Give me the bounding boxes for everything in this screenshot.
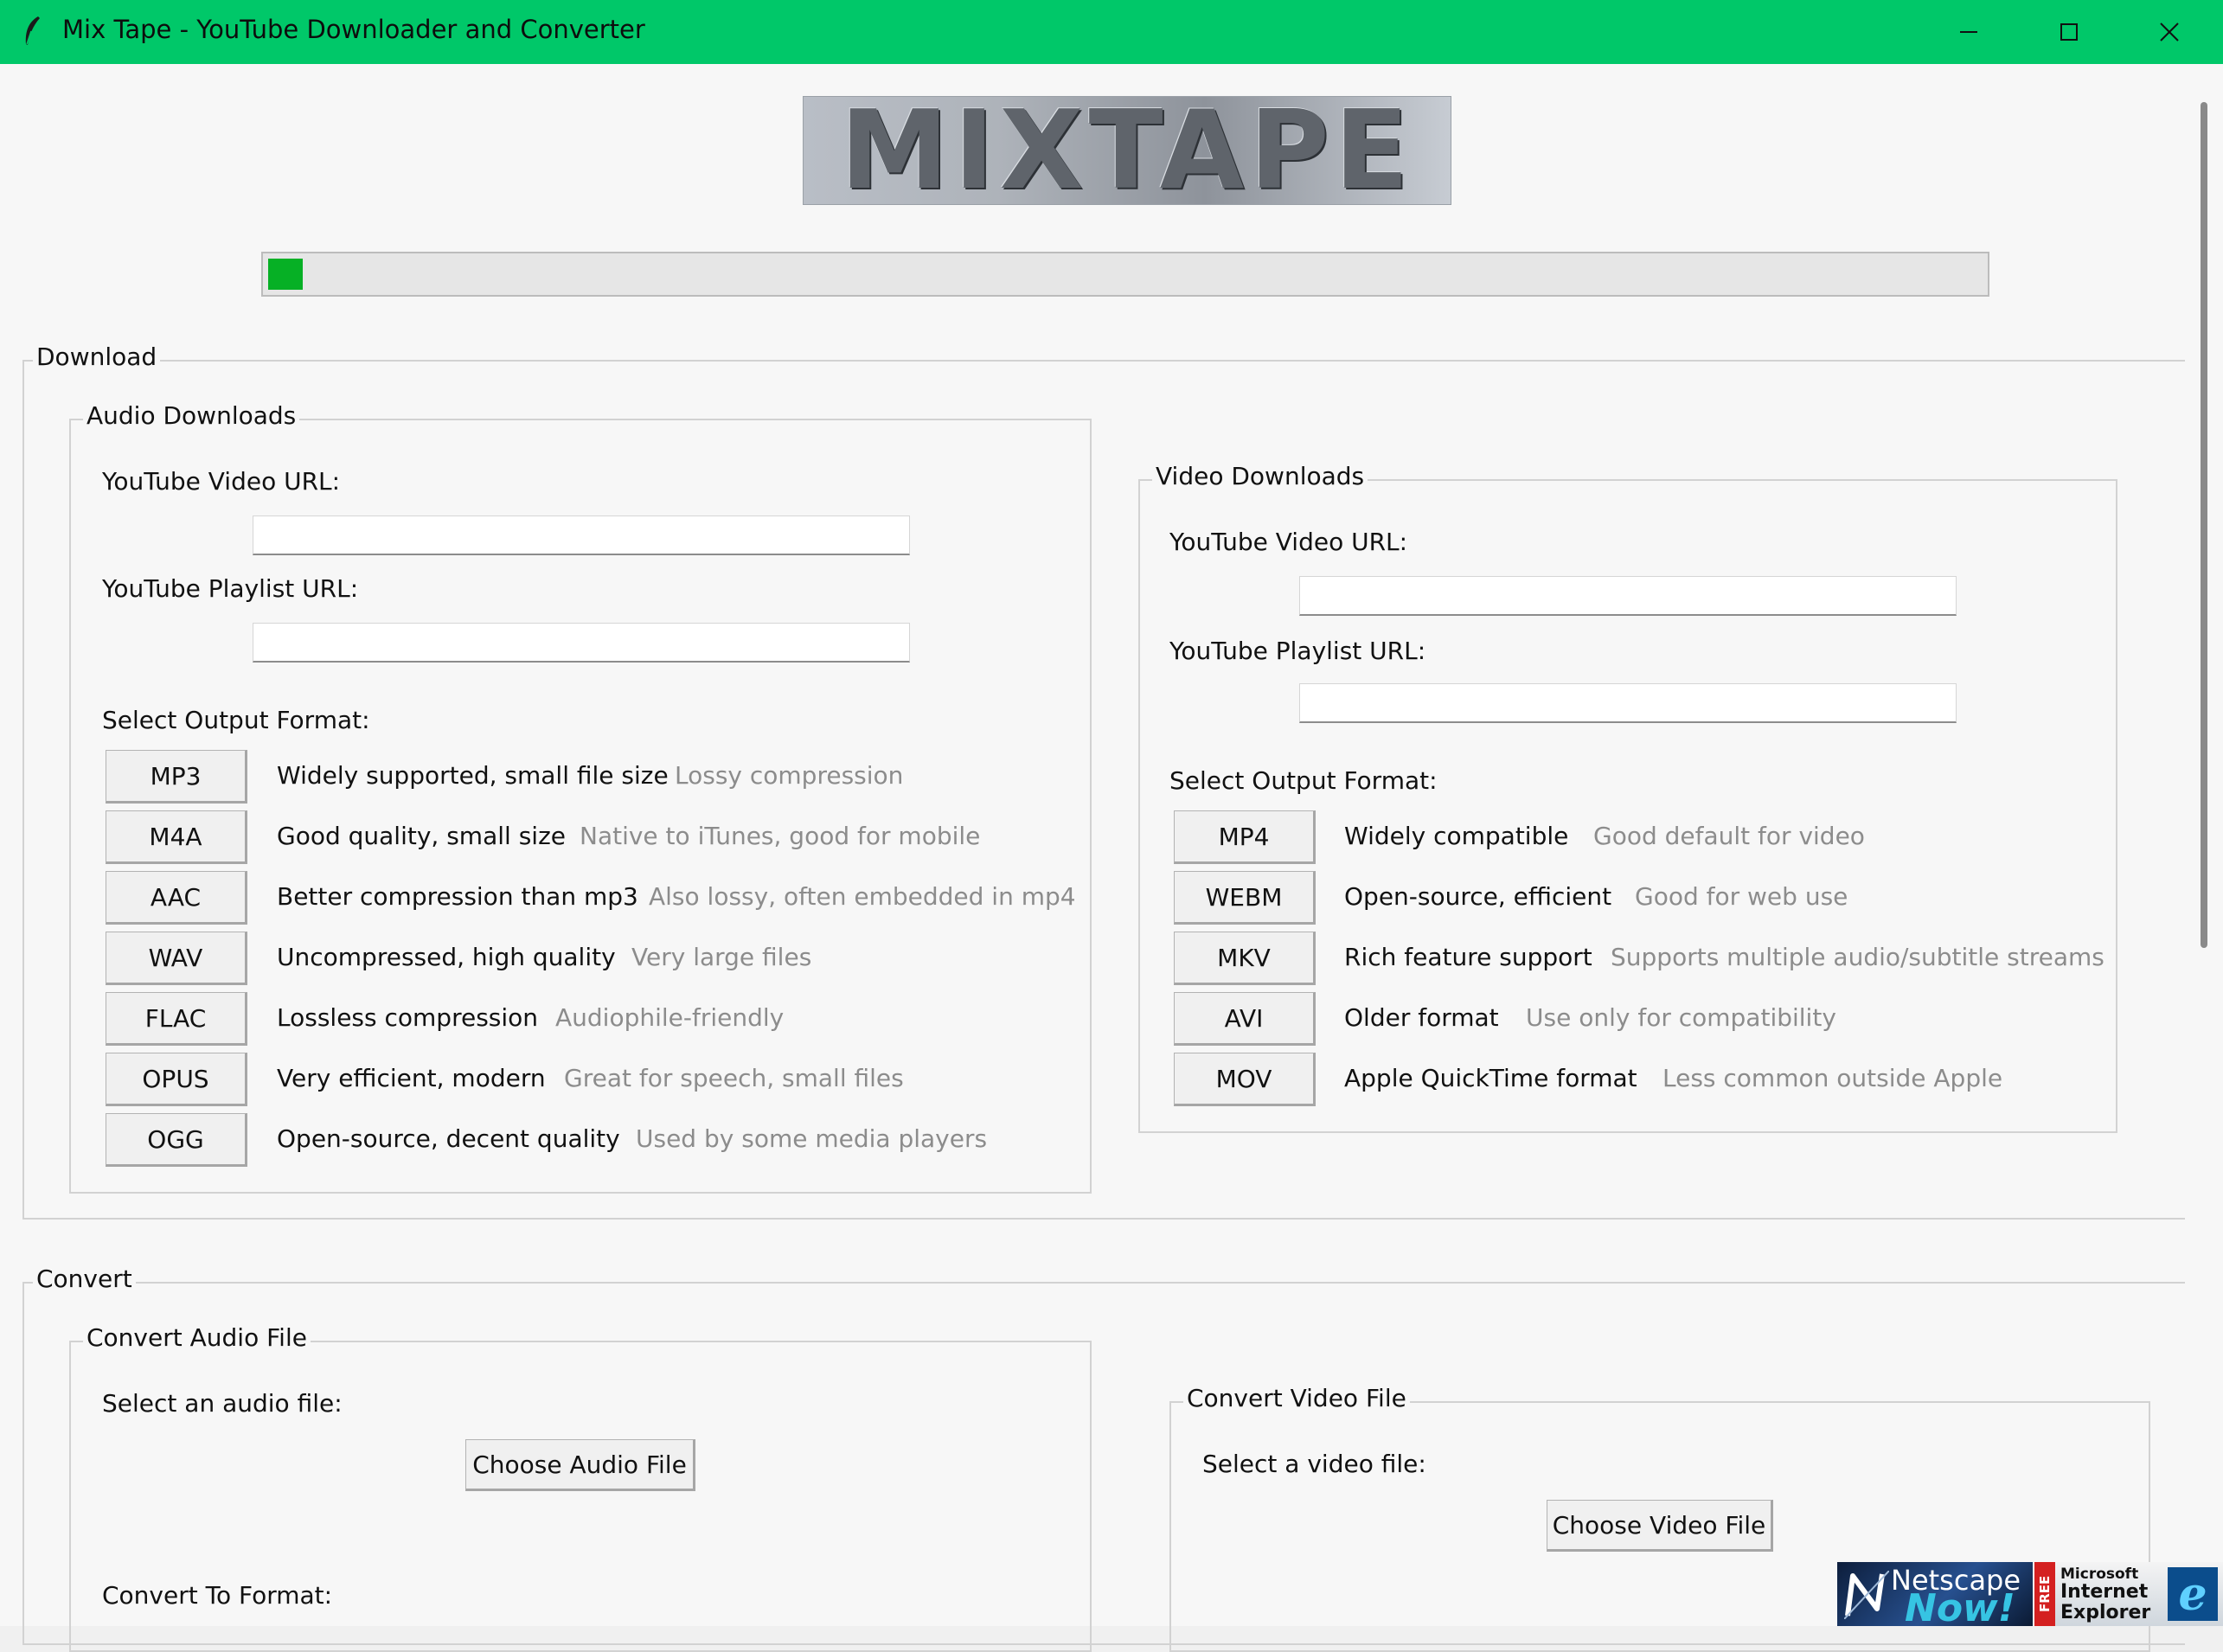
aac-note: Also lossy, often embedded in mp4 <box>649 882 1076 911</box>
free-label: FREE <box>2034 1562 2055 1626</box>
avi-description: Older format <box>1344 1003 1499 1032</box>
select-audio-file-label: Select an audio file: <box>102 1389 343 1418</box>
webm-description: Open-source, efficient <box>1344 882 1612 911</box>
video-playlist-url-input[interactable] <box>1299 683 1957 723</box>
wav-button[interactable]: WAV <box>106 932 247 985</box>
feather-icon <box>22 16 42 50</box>
maximize-icon <box>2060 23 2078 41</box>
convert-to-format-label: Convert To Format: <box>102 1581 333 1610</box>
mp3-button[interactable]: MP3 <box>106 750 247 804</box>
minimize-icon <box>1960 31 1977 33</box>
audio-playlist-url-input[interactable] <box>253 623 910 663</box>
ogg-note: Used by some media players <box>636 1124 988 1153</box>
video-video-url-label: YouTube Video URL: <box>1169 528 1408 556</box>
ogg-button[interactable]: OGG <box>106 1113 247 1167</box>
internet-label: Internet <box>2060 1581 2149 1603</box>
ogg-description: Open-source, decent quality <box>277 1124 620 1153</box>
vertical-scrollbar[interactable] <box>2201 102 2207 948</box>
mixtape-logo: MIXTAPE <box>803 96 1451 205</box>
avi-button[interactable]: AVI <box>1174 992 1316 1046</box>
mp4-note: Good default for video <box>1593 822 1865 850</box>
video-downloads-legend: Video Downloads <box>1152 462 1368 490</box>
internet-explorer-badge[interactable]: Microsoft Internet Explorer e <box>2055 1562 2223 1626</box>
choose-audio-file-button[interactable]: Choose Audio File <box>465 1439 695 1491</box>
flac-note: Audiophile-friendly <box>555 1003 785 1032</box>
mkv-description: Rich feature support <box>1344 943 1592 971</box>
mp4-description: Widely compatible <box>1344 822 1569 850</box>
wav-description: Uncompressed, high quality <box>277 943 616 971</box>
mov-button[interactable]: MOV <box>1174 1053 1316 1106</box>
progress-fill <box>268 259 303 290</box>
aac-description: Better compression than mp3 <box>277 882 638 911</box>
explorer-label: Explorer <box>2060 1602 2151 1623</box>
close-button[interactable] <box>2119 0 2220 64</box>
webm-button[interactable]: WEBM <box>1174 871 1316 925</box>
mp3-note: Lossy compression <box>675 761 904 790</box>
wav-note: Very large files <box>631 943 812 971</box>
mkv-note: Supports multiple audio/subtitle streams <box>1611 943 2104 971</box>
opus-description: Very efficient, modern <box>277 1064 546 1092</box>
audio-video-url-label: YouTube Video URL: <box>102 467 341 496</box>
ie-logo-icon: e <box>2168 1567 2218 1621</box>
netscape-now-badge[interactable]: Netscape Now! <box>1837 1562 2033 1626</box>
video-video-url-input[interactable] <box>1299 576 1957 616</box>
now-label: Now! <box>1905 1586 2015 1626</box>
flac-button[interactable]: FLAC <box>106 992 247 1046</box>
audio-format-label: Select Output Format: <box>102 706 370 734</box>
opus-button[interactable]: OPUS <box>106 1053 247 1106</box>
minimize-button[interactable] <box>1919 0 2019 64</box>
mov-description: Apple QuickTime format <box>1344 1064 1637 1092</box>
audio-playlist-url-label: YouTube Playlist URL: <box>102 574 359 603</box>
opus-note: Great for speech, small files <box>564 1064 904 1092</box>
microsoft-label: Microsoft <box>2060 1566 2139 1583</box>
download-legend: Download <box>33 343 161 371</box>
video-format-label: Select Output Format: <box>1169 766 1438 795</box>
convert-audio-legend: Convert Audio File <box>83 1323 311 1352</box>
convert-video-legend: Convert Video File <box>1183 1384 1410 1412</box>
m4a-note: Native to iTunes, good for mobile <box>580 822 981 850</box>
select-video-file-label: Select a video file: <box>1202 1450 1426 1478</box>
video-playlist-url-label: YouTube Playlist URL: <box>1169 637 1426 665</box>
convert-legend: Convert <box>33 1265 136 1293</box>
close-icon <box>2160 22 2179 42</box>
m4a-description: Good quality, small size <box>277 822 566 850</box>
aac-button[interactable]: AAC <box>106 871 247 925</box>
logo-text: MIXTAPE <box>840 96 1414 205</box>
flac-description: Lossless compression <box>277 1003 539 1032</box>
maximize-button[interactable] <box>2019 0 2119 64</box>
mov-note: Less common outside Apple <box>1662 1064 2003 1092</box>
mp4-button[interactable]: MP4 <box>1174 810 1316 864</box>
netscape-n-logo <box>1844 1571 1889 1619</box>
mp3-description: Widely supported, small file size <box>277 761 669 790</box>
title-bar[interactable]: Mix Tape - YouTube Downloader and Conver… <box>0 0 2223 64</box>
progress-bar <box>261 252 1989 297</box>
window-title: Mix Tape - YouTube Downloader and Conver… <box>62 15 645 44</box>
webm-note: Good for web use <box>1635 882 1848 911</box>
mkv-button[interactable]: MKV <box>1174 932 1316 985</box>
m4a-button[interactable]: M4A <box>106 810 247 864</box>
avi-note: Use only for compatibility <box>1526 1003 1836 1032</box>
audio-downloads-legend: Audio Downloads <box>83 401 300 430</box>
audio-video-url-input[interactable] <box>253 515 910 555</box>
choose-video-file-button[interactable]: Choose Video File <box>1547 1500 1773 1552</box>
